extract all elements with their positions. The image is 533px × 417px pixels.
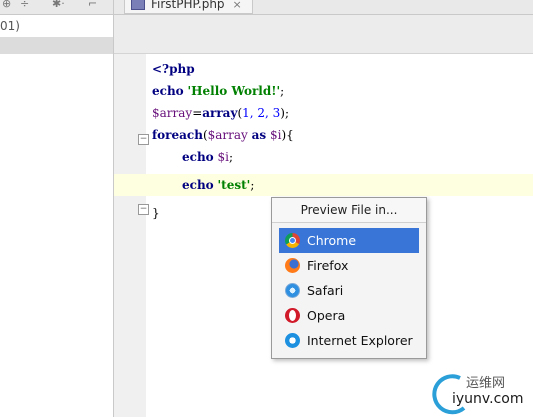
browser-label: Opera (307, 308, 346, 323)
code-line-3: $array=array(1, 2, 3); (152, 106, 290, 120)
watermark: 运维网 iyunv.com (430, 372, 533, 417)
browser-item-firefox[interactable]: Firefox (279, 253, 419, 278)
editor-tab-strip: FirstPHP.php × (114, 0, 533, 15)
code-line-5: echo $i; (182, 150, 234, 164)
firefox-icon (285, 258, 300, 273)
popup-title: Preview File in... (272, 198, 426, 223)
toolbar-glyph-3[interactable]: ✱· (52, 0, 65, 10)
browser-item-opera[interactable]: Opera (279, 303, 419, 328)
toolbar-glyph-2[interactable]: ÷ (20, 0, 29, 10)
project-tree-row-selected[interactable] (0, 37, 113, 54)
code-line-1: <?php (152, 62, 195, 76)
ie-icon (285, 333, 300, 348)
project-panel: ⊕ ÷ ✱· ⌐ 01) (0, 0, 114, 417)
toolbar-glyph-1[interactable]: ⊕ (2, 0, 11, 10)
project-toolbar: ⊕ ÷ ✱· ⌐ (0, 0, 113, 15)
watermark-text-url: iyunv.com (452, 391, 524, 407)
project-tree-row[interactable]: 01) (0, 18, 113, 35)
editor-gutter[interactable]: − − (114, 54, 149, 417)
code-line-2: echo 'Hello World!'; (152, 84, 285, 98)
browser-item-ie[interactable]: Internet Explorer (279, 328, 419, 353)
editor-header-bar (114, 15, 533, 54)
code-line-6: echo 'test'; (182, 178, 255, 192)
tab-firstphp[interactable]: FirstPHP.php × (124, 0, 253, 14)
tab-close-icon[interactable]: × (233, 0, 242, 11)
browser-label: Safari (307, 283, 344, 298)
code-line-4: foreach($array as $i){ (152, 128, 294, 142)
safari-icon (285, 283, 300, 298)
opera-icon (285, 308, 300, 323)
browser-label: Internet Explorer (307, 333, 413, 348)
php-file-icon (131, 0, 145, 10)
preview-file-popup: Preview File in... Chrome Firefox Safari… (271, 197, 427, 359)
browser-list: Chrome Firefox Safari Opera Internet Exp… (279, 228, 419, 353)
browser-label: Chrome (307, 233, 357, 248)
browser-item-chrome[interactable]: Chrome (279, 228, 419, 253)
browser-label: Firefox (307, 258, 349, 273)
toolbar-glyph-4[interactable]: ⌐ (88, 0, 97, 10)
watermark-text-cn: 运维网 (466, 376, 506, 391)
code-line-7: } (152, 206, 160, 220)
browser-item-safari[interactable]: Safari (279, 278, 419, 303)
chrome-icon (285, 233, 300, 248)
tab-label: FirstPHP.php (151, 0, 225, 11)
